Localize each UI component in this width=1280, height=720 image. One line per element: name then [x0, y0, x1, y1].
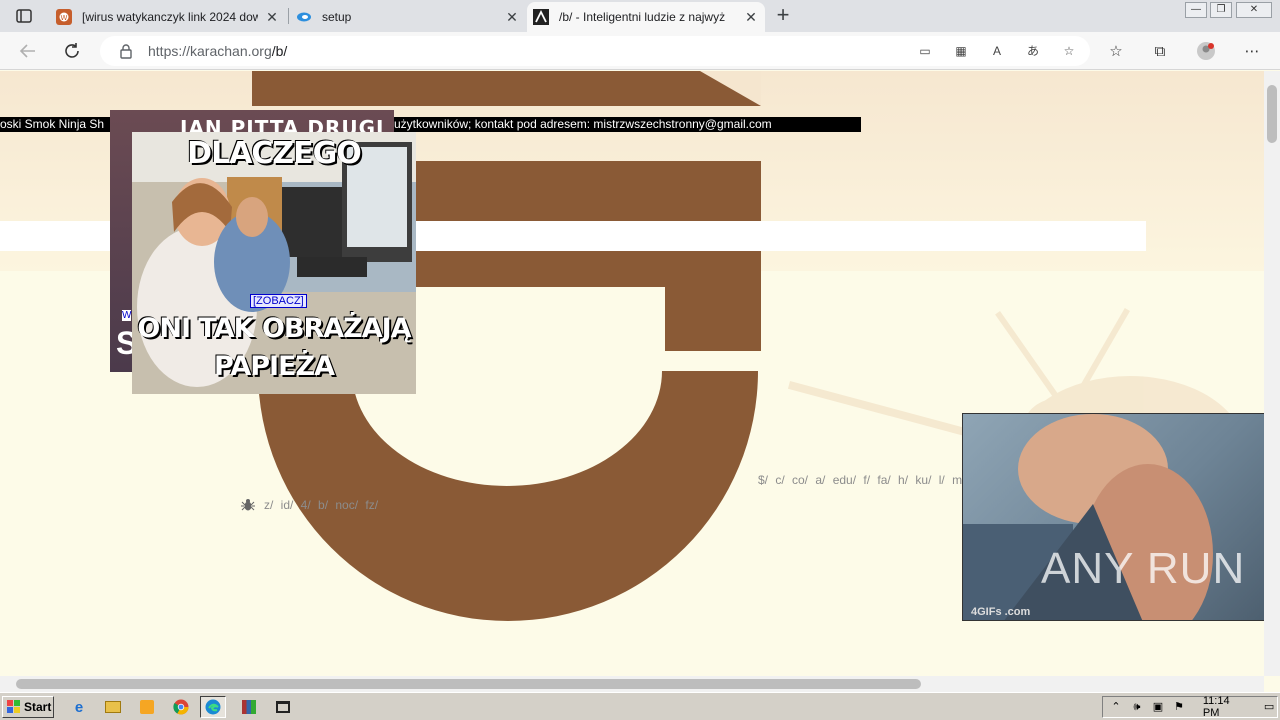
url-path: /b/: [271, 43, 288, 59]
minimize-button[interactable]: —: [1185, 2, 1207, 18]
windows-logo-icon: [7, 700, 20, 713]
tab-strip: W [wirus watykanczyk link 2024 dow ✕ set…: [0, 0, 1280, 32]
tab-wirus[interactable]: W [wirus watykanczyk link 2024 dow ✕: [50, 2, 286, 32]
bug-icon: [241, 499, 255, 511]
meme-popup-image[interactable]: DLACZEGO [ZOBACZ] ONI TAK OBRAŻAJĄ PAPIE…: [132, 132, 416, 394]
popup-image-back-link[interactable]: W: [122, 310, 132, 321]
horizontal-scrollbar[interactable]: [0, 676, 1264, 692]
edge-icon: [205, 699, 221, 715]
extensions-grid-icon[interactable]: ▦: [950, 41, 972, 61]
tab-title: [wirus watykanczyk link 2024 dow: [82, 10, 258, 24]
tab-close-icon[interactable]: ✕: [504, 9, 520, 25]
taskbar-explorer[interactable]: [100, 696, 126, 718]
back-button[interactable]: [16, 39, 40, 63]
tab-separator: [288, 8, 289, 24]
start-button[interactable]: Start: [2, 696, 54, 718]
taskbar-edge[interactable]: [200, 696, 226, 718]
start-label: Start: [24, 700, 52, 714]
clock[interactable]: 11:14 PM: [1203, 695, 1249, 719]
restore-button[interactable]: ❐: [1210, 2, 1232, 18]
volume-icon[interactable]: 🕪: [1129, 699, 1145, 715]
url-text: https://karachan.org/b/: [148, 43, 287, 59]
board-list-line-2[interactable]: z/ id/ 4/ b/ noc/ fz/: [240, 497, 378, 513]
add-favorite-icon[interactable]: ☆: [1058, 41, 1080, 61]
show-desktop-icon[interactable]: ▭: [1261, 699, 1277, 715]
more-icon: ⋯: [1244, 43, 1260, 60]
animated-gif-overlay: ANY RUN 4GIFs .com: [962, 413, 1280, 621]
lock-icon: [120, 44, 132, 59]
wikipedia-favicon-icon: W: [56, 9, 72, 25]
board-list-text: z/ id/ 4/ b/ noc/ fz/: [264, 498, 379, 512]
profile-button[interactable]: [1194, 39, 1218, 63]
app-available-icon[interactable]: ▭: [914, 41, 936, 61]
tab-actions-icon: [16, 9, 32, 23]
network-icon[interactable]: ▣: [1150, 699, 1166, 715]
collections-button[interactable]: ⧉: [1148, 39, 1172, 63]
zobacz-link[interactable]: [ZOBACZ]: [250, 294, 307, 308]
tab-close-icon[interactable]: ✕: [743, 9, 759, 25]
tab-karachan-b[interactable]: /b/ - Inteligentni ludzie z najwyż ✕: [527, 2, 765, 32]
avatar-icon: [1197, 42, 1215, 60]
gif-watermark: 4GIFs .com: [971, 606, 1031, 618]
tab-close-icon[interactable]: ✕: [264, 9, 280, 25]
refresh-icon: [65, 43, 79, 58]
new-tab-button[interactable]: +: [770, 4, 796, 28]
taskbar: Start e ⌃ 🕪 ▣ ⚑ 11:14 PM ▭: [0, 692, 1280, 720]
vertical-scroll-thumb[interactable]: [1267, 85, 1277, 143]
tab-actions-button[interactable]: [8, 4, 40, 28]
folder-icon: [105, 701, 121, 713]
tab-setup[interactable]: setup ✕: [290, 2, 526, 32]
browser-toolbar: https://karachan.org/b/ ▭ ▦ A あ ☆ ☆ ⧉ ⋯: [0, 32, 1280, 70]
address-icons: ▭ ▦ A あ ☆: [914, 41, 1080, 61]
internet-explorer-icon: e: [74, 698, 84, 716]
meme-top-text: DLACZEGO: [187, 136, 362, 171]
translate-icon[interactable]: あ: [1022, 41, 1044, 61]
refresh-button[interactable]: [60, 39, 84, 63]
chrome-icon: [173, 699, 189, 715]
system-tray: ⌃ 🕪 ▣ ⚑ 11:14 PM ▭: [1102, 695, 1278, 719]
meme-bottom-text: ONI TAK OBRAŻAJĄ PAPIEŻA: [137, 313, 411, 382]
anyrun-watermark: ANY RUN: [1041, 544, 1246, 593]
close-window-button[interactable]: ✕: [1236, 2, 1272, 18]
media-player-icon: [140, 700, 154, 714]
vertical-scrollbar[interactable]: [1264, 71, 1280, 676]
url-host: https://karachan.org: [148, 43, 272, 59]
winrar-icon: [242, 700, 256, 714]
window-icon: [276, 701, 290, 713]
banner-left-text: oski Smok Ninja Sh: [0, 117, 105, 131]
svg-text:W: W: [61, 14, 68, 22]
taskbar-chrome[interactable]: [168, 696, 194, 718]
address-bar[interactable]: https://karachan.org/b/ ▭ ▦ A あ ☆: [100, 36, 1090, 66]
collections-icon: ⧉: [1154, 42, 1166, 60]
taskbar-window[interactable]: [270, 696, 296, 718]
read-aloud-icon[interactable]: A: [986, 41, 1008, 61]
taskbar-ie[interactable]: e: [66, 696, 92, 718]
taskbar-winrar[interactable]: [236, 696, 262, 718]
tab-title: setup: [322, 10, 352, 24]
favorites-button[interactable]: ☆: [1104, 39, 1128, 63]
back-arrow-icon: [19, 44, 35, 58]
settings-more-button[interactable]: ⋯: [1240, 39, 1264, 63]
favorites-icon: ☆: [1109, 43, 1123, 60]
taskbar-media[interactable]: [134, 696, 160, 718]
tab-title: /b/ - Inteligentni ludzie z najwyż: [559, 10, 726, 24]
tray-expand-icon[interactable]: ⌃: [1108, 699, 1124, 715]
edge-favicon-icon: [296, 9, 312, 25]
horizontal-scroll-thumb[interactable]: [16, 679, 921, 689]
karachan-favicon-icon: [533, 9, 549, 25]
banner-contact-text: użytkowników; kontakt pod adresem: mistr…: [394, 117, 772, 131]
flag-icon[interactable]: ⚑: [1171, 699, 1187, 715]
